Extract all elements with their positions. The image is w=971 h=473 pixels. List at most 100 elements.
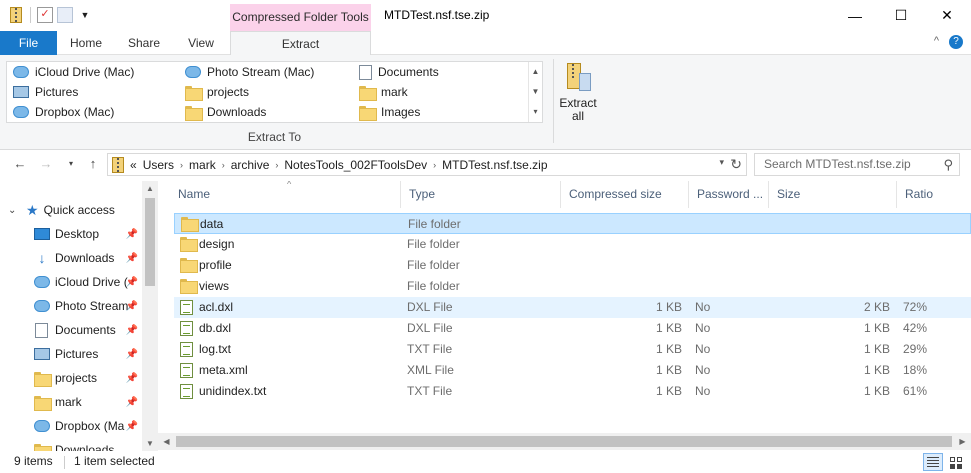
nav-item-photo-stream[interactable]: Photo Stream 📌 [0,294,142,318]
nav-item-mark[interactable]: mark 📌 [0,390,142,414]
nav-item-dropbox[interactable]: Dropbox (Ma 📌 [0,414,142,438]
pin-icon[interactable]: 📌 [126,277,138,288]
pin-icon[interactable]: 📌 [126,421,138,432]
table-row[interactable]: views File folder [174,276,971,297]
recent-locations-icon[interactable]: ▾ [62,155,80,173]
table-row[interactable]: db.dxl DXL File 1 KB No 1 KB 42% [174,318,971,339]
breadcrumb-current[interactable]: MTDTest.nsf.tse.zip [442,158,547,172]
status-bar: 9 items 1 item selected [0,451,971,473]
tab-extract[interactable]: Extract [230,31,371,56]
table-row[interactable]: unidindex.txt TXT File 1 KB No 1 KB 61% [174,381,971,402]
breadcrumb-archive[interactable]: archive [231,158,270,172]
pin-icon[interactable]: 📌 [126,373,138,384]
breadcrumb-mark[interactable]: mark [189,158,216,172]
maximize-button[interactable]: ☐ [878,0,924,31]
column-header-name[interactable]: ^ Name [170,181,401,208]
address-dropdown-icon[interactable]: ▾ [719,157,724,168]
destination-dropbox[interactable]: Dropbox (Mac) [13,103,114,121]
folder-icon [359,105,377,121]
gallery-down-icon[interactable]: ▼ [529,82,542,102]
breadcrumb-notestools[interactable]: NotesTools_002FToolsDev [284,158,427,172]
file-size: 1 KB [863,384,890,398]
collapse-ribbon-icon[interactable]: ^ [934,35,939,49]
destination-downloads[interactable]: Downloads [185,103,266,121]
search-box[interactable]: Search MTDTest.nsf.tse.zip ⚲ [754,153,960,176]
back-arrow-icon[interactable]: ← [11,155,29,173]
address-bar[interactable]: « Users › mark › archive › NotesTools_00… [107,153,747,176]
breadcrumb-overflow[interactable]: « [130,158,137,172]
pin-icon[interactable]: 📌 [126,325,138,336]
file-password [695,276,765,297]
tab-file[interactable]: File [0,31,57,55]
destination-icloud-drive[interactable]: iCloud Drive (Mac) [13,63,134,81]
destination-projects[interactable]: projects [185,83,249,101]
table-row[interactable]: log.txt TXT File 1 KB No 1 KB 29% [174,339,971,360]
forward-arrow-icon[interactable]: → [37,155,55,173]
new-folder-icon[interactable] [57,7,73,23]
column-header-ratio[interactable]: Ratio [897,181,971,208]
destination-pictures[interactable]: Pictures [13,83,78,101]
properties-icon[interactable]: ✓ [37,7,53,23]
destination-images[interactable]: Images [359,103,420,121]
details-view-icon[interactable] [923,453,943,471]
extract-all-button[interactable]: Extract all [556,61,600,123]
gallery-scroller[interactable]: ▲ ▼ ▾ [528,62,542,122]
customize-toolbar-icon[interactable]: ▼ [77,7,93,23]
scroll-left-icon[interactable]: ◀ [158,433,175,450]
horizontal-scrollbar[interactable]: ◀ ▶ [158,433,971,450]
help-icon[interactable]: ? [949,35,963,49]
column-header-size[interactable]: Size [769,181,897,208]
nav-item-documents[interactable]: Documents 📌 [0,318,142,342]
up-arrow-icon[interactable]: ↑ [84,155,102,173]
destination-mark[interactable]: mark [359,83,408,101]
nav-item-downloads-folder[interactable]: Downloads [0,438,142,451]
breadcrumb-users[interactable]: Users [143,158,174,172]
gallery-up-icon[interactable]: ▲ [529,62,542,82]
scrollbar-thumb[interactable] [145,198,155,286]
file-type: File folder [407,279,460,293]
table-row[interactable]: profile File folder [174,255,971,276]
quick-access[interactable]: ⌄ ★ Quick access [0,198,142,222]
scrollbar-thumb[interactable] [176,436,952,447]
pin-icon[interactable]: 📌 [126,253,138,264]
nav-item-pictures[interactable]: Pictures 📌 [0,342,142,366]
folder-icon [180,279,198,294]
tab-share[interactable]: Share [118,31,170,55]
gallery-more-icon[interactable]: ▾ [529,102,542,122]
chevron-down-icon[interactable]: ⌄ [8,205,22,216]
chevron-right-icon[interactable]: › [222,160,225,170]
nav-item-projects[interactable]: projects 📌 [0,366,142,390]
destination-photo-stream[interactable]: Photo Stream (Mac) [185,63,314,81]
search-icon[interactable]: ⚲ [943,154,953,175]
tab-home[interactable]: Home [60,31,112,55]
column-header-compressed-size[interactable]: Compressed size [561,181,689,208]
nav-item-downloads[interactable]: ↓ Downloads 📌 [0,246,142,270]
chevron-right-icon[interactable]: › [180,160,183,170]
pin-icon[interactable]: 📌 [126,301,138,312]
scroll-up-icon[interactable]: ▲ [142,184,158,193]
pin-icon[interactable]: 📌 [126,397,138,408]
pin-icon[interactable]: 📌 [126,229,138,240]
table-row[interactable]: design File folder [174,234,971,255]
refresh-icon[interactable]: ↻ [730,156,742,173]
nav-pane-scrollbar[interactable]: ▲ ▼ [142,181,158,451]
chevron-right-icon[interactable]: › [275,160,278,170]
scroll-down-icon[interactable]: ▼ [142,439,158,448]
downloads-icon: ↓ [38,250,46,266]
table-row[interactable]: meta.xml XML File 1 KB No 1 KB 18% [174,360,971,381]
close-button[interactable]: ✕ [924,0,970,31]
chevron-right-icon[interactable]: › [433,160,436,170]
nav-item-icloud-drive[interactable]: iCloud Drive ( 📌 [0,270,142,294]
nav-item-desktop[interactable]: Desktop 📌 [0,222,142,246]
table-row[interactable]: acl.dxl DXL File 1 KB No 2 KB 72% [174,297,971,318]
large-icons-view-icon[interactable] [946,453,966,471]
column-header-type[interactable]: Type [401,181,561,208]
minimize-button[interactable]: — [832,0,878,31]
scroll-right-icon[interactable]: ▶ [954,433,971,450]
tab-view[interactable]: View [177,31,225,55]
pin-icon[interactable]: 📌 [126,349,138,360]
destination-documents[interactable]: Documents [359,63,439,81]
table-row[interactable]: data File folder [174,213,971,234]
column-header-password[interactable]: Password ... [689,181,769,208]
folder-icon [181,217,199,232]
